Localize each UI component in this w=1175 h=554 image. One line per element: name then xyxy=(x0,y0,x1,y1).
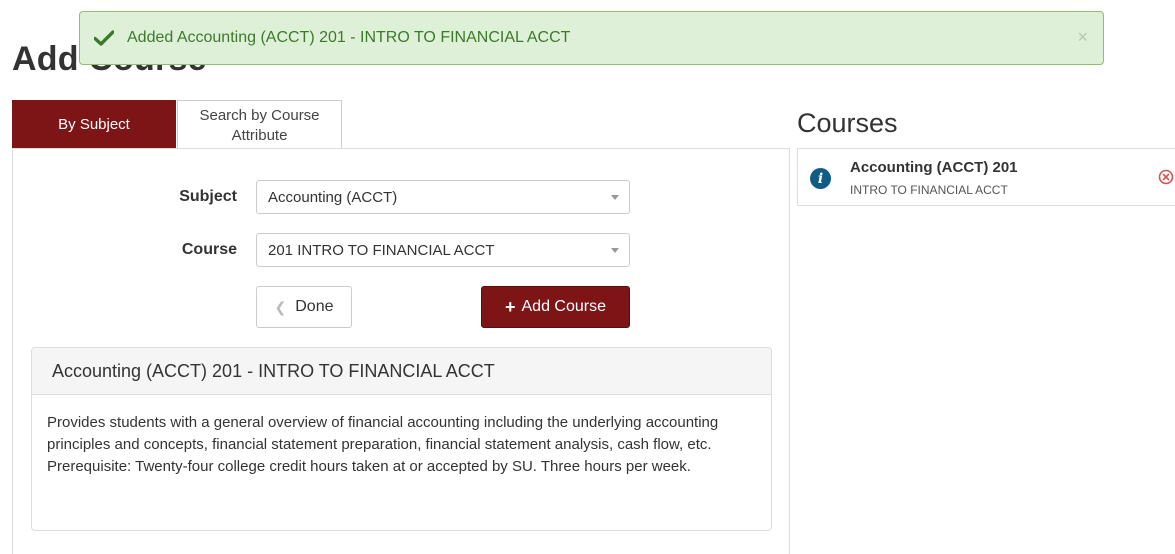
toast-message: Added Accounting (ACCT) 201 - INTRO TO F… xyxy=(127,29,571,46)
tab-by-subject[interactable]: By Subject xyxy=(12,100,176,149)
courses-heading: Courses xyxy=(797,108,898,138)
done-label: Done xyxy=(295,298,334,315)
subject-select[interactable]: Accounting (ACCT) xyxy=(256,180,630,214)
course-select[interactable]: 201 INTRO TO FINANCIAL ACCT xyxy=(256,233,630,267)
tab-search-by-attribute[interactable]: Search by Course Attribute xyxy=(177,100,342,149)
close-icon[interactable]: × xyxy=(1077,27,1088,48)
tab-label: By Subject xyxy=(58,116,130,133)
course-description-title: Accounting (ACCT) 201 - INTRO TO FINANCI… xyxy=(32,348,771,395)
tab-label: Search by Course Attribute xyxy=(199,107,320,144)
plus-icon: + xyxy=(504,296,516,317)
course-select-value: 201 INTRO TO FINANCIAL ACCT xyxy=(268,241,495,259)
done-button[interactable]: ❮ Done xyxy=(256,286,352,328)
course-description-text: Provides students with a general overvie… xyxy=(47,414,719,475)
course-label: Course xyxy=(181,241,237,258)
chevron-down-icon xyxy=(611,195,619,200)
remove-icon[interactable] xyxy=(1158,169,1174,185)
add-course-button[interactable]: + Add Course xyxy=(481,286,630,328)
course-item-name: Accounting (ACCT) 201 xyxy=(850,159,1018,176)
info-icon[interactable]: i xyxy=(810,168,831,189)
chevron-down-icon xyxy=(611,248,619,253)
subject-label: Subject xyxy=(179,188,237,205)
success-toast: Added Accounting (ACCT) 201 - INTRO TO F… xyxy=(79,11,1104,65)
add-course-label: Add Course xyxy=(521,298,607,315)
check-icon xyxy=(94,28,114,48)
course-list-item: i Accounting (ACCT) 201 INTRO TO FINANCI… xyxy=(797,148,1175,206)
course-item-subtitle: INTRO TO FINANCIAL ACCT xyxy=(850,183,1008,197)
course-description-card: Accounting (ACCT) 201 - INTRO TO FINANCI… xyxy=(31,347,772,531)
subject-select-value: Accounting (ACCT) xyxy=(268,188,398,206)
chevron-left-icon: ❮ xyxy=(274,298,287,315)
